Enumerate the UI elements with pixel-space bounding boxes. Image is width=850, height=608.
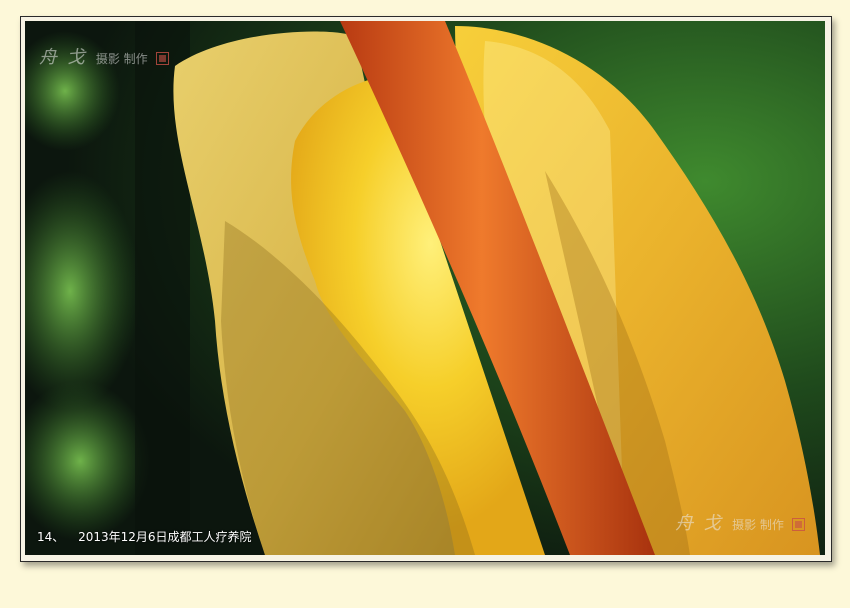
- photo: 舟 戈 摄影 制作 舟 戈 摄影 制作 14、 2013年12月6日成都工人疗养…: [25, 21, 825, 555]
- seal-icon: [792, 518, 805, 531]
- caption-number: 14、: [37, 530, 65, 544]
- photo-caption: 14、 2013年12月6日成都工人疗养院: [37, 528, 252, 545]
- watermark-bottom: 舟 戈 摄影 制作: [675, 509, 805, 535]
- watermark-top: 舟 戈 摄影 制作: [39, 43, 169, 69]
- caption-text: 2013年12月6日成都工人疗养院: [78, 530, 252, 544]
- leaf-illustration: [25, 21, 825, 555]
- seal-icon: [155, 52, 169, 65]
